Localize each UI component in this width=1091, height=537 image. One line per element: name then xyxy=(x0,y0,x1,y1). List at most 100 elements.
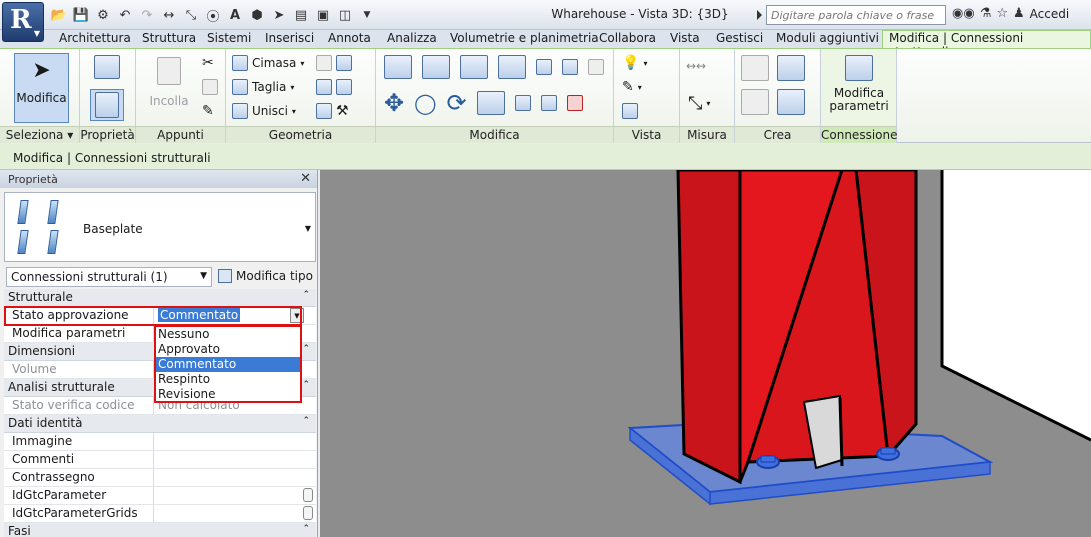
copy-element-icon[interactable]: ◯ xyxy=(414,91,436,115)
3d-view-icon[interactable]: ⬢ xyxy=(248,6,266,24)
create-parts-icon[interactable] xyxy=(777,55,805,81)
create-assembly-icon[interactable] xyxy=(741,55,769,81)
close-hidden-icon[interactable]: ▣ xyxy=(314,6,332,24)
row-immagine[interactable]: Immagine xyxy=(4,433,316,451)
type-properties-button[interactable] xyxy=(90,55,124,85)
create-group-icon[interactable] xyxy=(741,89,769,115)
tab-struttura[interactable]: Struttura xyxy=(142,31,196,48)
option-nessuno[interactable]: Nessuno xyxy=(156,327,300,342)
tab-gestisci[interactable]: Gestisci xyxy=(716,31,763,48)
copy-button[interactable] xyxy=(202,79,218,95)
wall-joins-icon[interactable] xyxy=(316,55,332,71)
value-button[interactable] xyxy=(303,488,313,502)
paste-button[interactable]: Incolla xyxy=(146,53,192,123)
tab-moduli[interactable]: Moduli aggiuntivi xyxy=(776,31,879,48)
aligned-dimension-icon[interactable]: ⤡ xyxy=(688,93,702,114)
sync-icon[interactable]: ⚙ xyxy=(94,6,112,24)
modify-button[interactable]: ➤ Modifica xyxy=(14,53,69,123)
open-icon[interactable]: 📂 xyxy=(50,6,68,24)
text-icon[interactable]: A xyxy=(226,6,244,24)
tab-collabora[interactable]: Collabora xyxy=(599,31,656,48)
panel-title-geometria: Geometria xyxy=(226,126,375,143)
customize-qat-icon[interactable]: ▼ xyxy=(358,6,376,24)
modify-parameters-button[interactable]: Modifica parametri xyxy=(827,53,891,123)
row-id-param-grids[interactable]: IdGtcParameterGrids xyxy=(4,505,316,523)
sign-in-link[interactable]: Accedi xyxy=(1030,7,1070,21)
dimension-icon[interactable]: ⤡ xyxy=(182,6,200,24)
scale-icon[interactable] xyxy=(540,95,557,111)
tag-icon[interactable]: ⦿ xyxy=(204,6,222,25)
match-button[interactable]: ✎ xyxy=(202,103,214,119)
option-revisione[interactable]: Revisione xyxy=(156,387,300,402)
type-selector[interactable]: Baseplate ▼ xyxy=(4,192,316,262)
row-contrassegno[interactable]: Contrassegno xyxy=(4,469,316,487)
connection-parameters-icon xyxy=(845,55,873,81)
user-icon[interactable]: ♟ xyxy=(1013,6,1025,21)
tab-analizza[interactable]: Analizza xyxy=(387,31,437,48)
row-commenti[interactable]: Commenti xyxy=(4,451,316,469)
join-button[interactable]: Unisci ▾ xyxy=(232,103,296,119)
tab-annota[interactable]: Annota xyxy=(328,31,371,48)
array-icon[interactable] xyxy=(514,95,531,111)
brush-view-icon[interactable]: ✎ xyxy=(622,79,634,95)
save-icon[interactable]: 💾 xyxy=(72,6,90,24)
mirror-pick-icon[interactable] xyxy=(460,55,488,79)
title-bar: 📂 💾 ⚙ ↶ ↷ ↔ ⤡ ⦿ A ⬢ ➤ ▤ ▣ ◫ ▼ Wharehouse… xyxy=(0,0,1091,30)
group-dati-identita[interactable]: Dati identità ⌃ xyxy=(4,415,316,433)
tab-architettura[interactable]: Architettura xyxy=(59,31,131,48)
offset-icon[interactable] xyxy=(422,55,450,79)
cut-button[interactable]: ✂ xyxy=(202,55,214,71)
category-filter-select[interactable]: Connessioni strutturali (1) ▼ xyxy=(6,267,212,287)
align-icon[interactable] xyxy=(384,55,412,79)
demolish-icon[interactable] xyxy=(336,55,352,71)
cope-button[interactable]: Cimasa ▾ xyxy=(232,55,304,71)
unpin-icon[interactable] xyxy=(588,59,604,75)
binoculars-icon[interactable]: ◉◉ xyxy=(952,6,975,21)
search-input[interactable]: Digitare parola chiave o frase xyxy=(757,5,946,25)
paint-icon[interactable] xyxy=(336,79,352,95)
thin-lines-icon[interactable]: ▤ xyxy=(292,6,310,24)
redo-icon[interactable]: ↷ xyxy=(138,6,156,24)
view-override-icon[interactable] xyxy=(622,103,638,119)
edit-type-button[interactable]: Modifica tipo xyxy=(218,269,313,283)
measure-icon[interactable]: ↔ xyxy=(160,6,178,24)
split-face-icon[interactable] xyxy=(316,79,332,95)
undo-icon[interactable]: ↶ xyxy=(116,6,134,24)
tab-volumetrie[interactable]: Volumetrie e planimetria xyxy=(450,31,599,48)
lightbulb-icon[interactable]: 💡 xyxy=(622,55,639,71)
star-icon[interactable]: ☆ xyxy=(996,6,1008,21)
option-approvato[interactable]: Approvato xyxy=(156,342,300,357)
application-menu-button[interactable]: R ▼ xyxy=(2,2,44,42)
type-properties-icon xyxy=(94,55,120,79)
measure-between-icon[interactable]: ↔↔ xyxy=(686,59,706,73)
switch-windows-icon[interactable]: ◫ xyxy=(336,6,354,24)
split-icon[interactable] xyxy=(536,59,552,75)
trim-extend-icon[interactable] xyxy=(476,91,505,115)
cut-geometry-button[interactable]: Taglia ▾ xyxy=(232,79,294,95)
panel-title-seleziona[interactable]: Seleziona ▾ xyxy=(0,126,79,143)
mirror-draw-icon[interactable] xyxy=(498,55,526,79)
value-button[interactable] xyxy=(303,506,313,520)
tab-vista[interactable]: Vista xyxy=(670,31,700,48)
tab-inserisci[interactable]: Inserisci xyxy=(265,31,314,48)
join-roof-icon[interactable] xyxy=(316,103,332,119)
option-respinto[interactable]: Respinto xyxy=(156,372,300,387)
subscription-icon[interactable]: ⚗ xyxy=(980,6,992,21)
tab-modifica-connessioni[interactable]: Modifica | Connessioni strutturali xyxy=(882,30,1091,59)
section-icon[interactable]: ➤ xyxy=(270,6,288,24)
properties-button[interactable] xyxy=(90,89,124,121)
option-commentato[interactable]: Commentato xyxy=(156,357,300,372)
tab-sistemi[interactable]: Sistemi xyxy=(207,31,251,48)
move-icon[interactable]: ✥ xyxy=(384,89,404,117)
group-fasi[interactable]: Fasi ⌃ xyxy=(4,523,316,537)
create-similar-icon[interactable] xyxy=(777,89,805,115)
row-id-param[interactable]: IdGtcParameter xyxy=(4,487,316,505)
3d-viewport[interactable] xyxy=(320,170,1091,537)
close-icon[interactable]: ✕ xyxy=(300,171,311,186)
rotate-icon[interactable]: ⟳ xyxy=(447,89,467,117)
split-gap-icon[interactable] xyxy=(562,59,578,75)
group-strutturale[interactable]: Strutturale ⌃ xyxy=(4,289,316,307)
delete-icon[interactable] xyxy=(566,95,583,111)
type-name: Baseplate xyxy=(83,222,143,236)
hammer-icon[interactable]: ⚒ xyxy=(336,103,349,119)
